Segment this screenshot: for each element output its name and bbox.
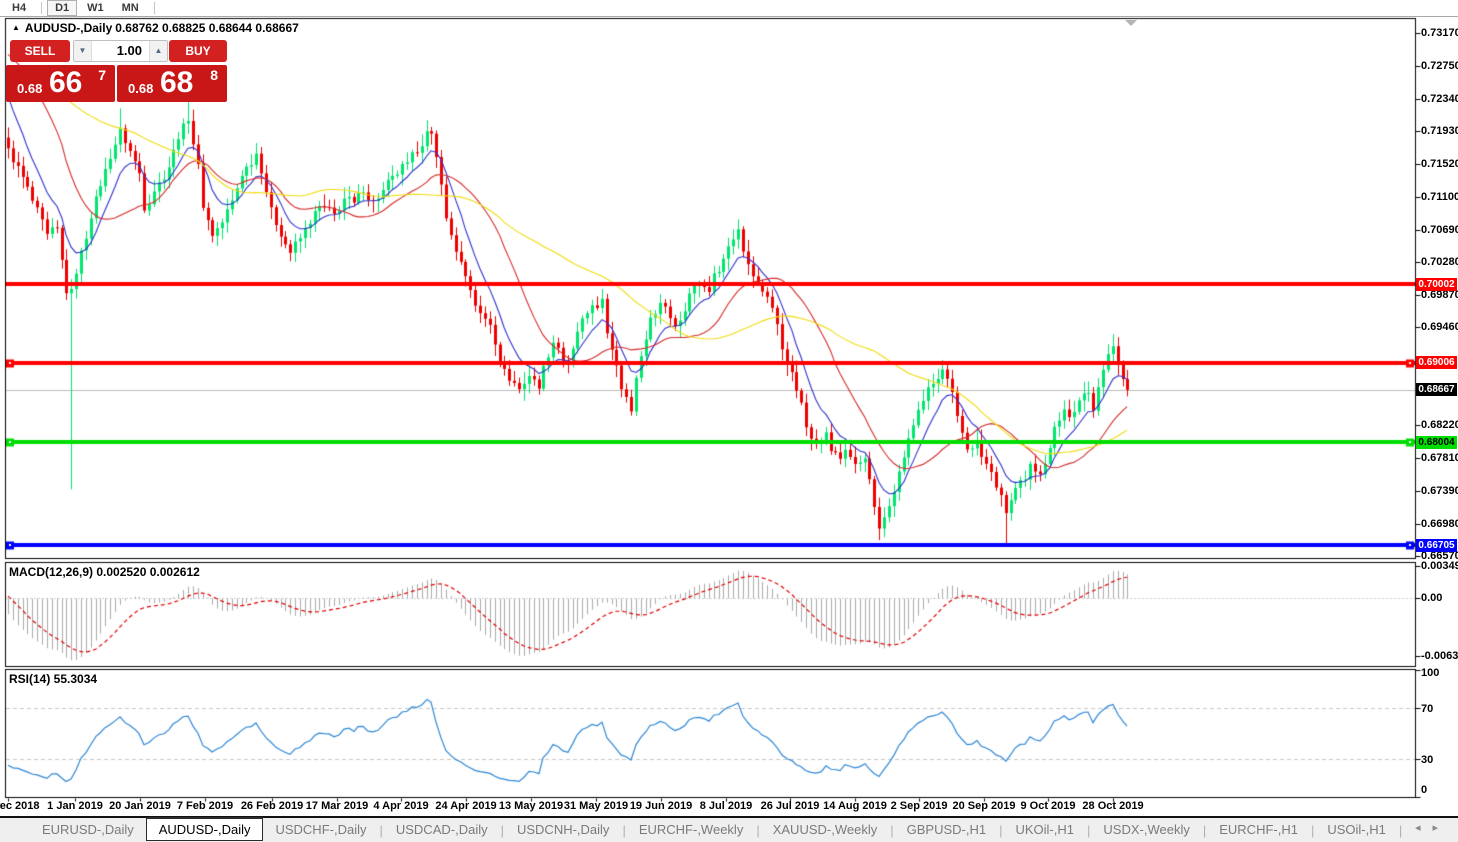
price-chart-canvas[interactable] (0, 0, 1458, 842)
price-level-label: 0.66705 (1416, 539, 1457, 552)
timeframe-button-d1[interactable]: D1 (47, 0, 77, 16)
date-axis-tick: 20 Jan 2019 (109, 800, 171, 812)
price-axis-tick: 0.73170 (1421, 27, 1458, 39)
date-axis-tick: 2 Sep 2019 (891, 800, 948, 812)
date-axis-tick: 9 Oct 2019 (1020, 800, 1075, 812)
date-axis-tick: 8 Jul 2019 (700, 800, 753, 812)
rsi-indicator-label: RSI(14) 55.3034 (9, 672, 97, 686)
toolbar-separator (154, 2, 155, 14)
date-axis-tick: 28 Oct 2019 (1082, 800, 1143, 812)
chart-tab-eurchf-h1[interactable]: EURCHF-,H1 (1207, 819, 1310, 841)
volume-input[interactable]: 1.00 (92, 41, 149, 61)
chart-title: ▲ AUDUSD-,Daily0.68762 0.68825 0.68644 0.… (12, 21, 302, 35)
price-axis-tick: 0.66980 (1421, 518, 1458, 530)
price-axis-tick: 0.67390 (1421, 485, 1458, 497)
chart-shift-marker-icon[interactable] (1125, 20, 1137, 26)
chart-tab-usdcnh-daily[interactable]: USDCNH-,Daily (505, 819, 621, 841)
price-axis-tick: 0.69460 (1421, 321, 1458, 333)
chart-tab-gbpusd-h1[interactable]: GBPUSD-,H1 (895, 819, 998, 841)
rsi-axis-tick: 0 (1421, 784, 1427, 796)
price-level-label: 0.69006 (1416, 356, 1457, 369)
price-axis-tick: 0.71930 (1421, 125, 1458, 137)
date-axis-tick: 24 Apr 2019 (435, 800, 496, 812)
date-axis-tick: 20 Sep 2019 (953, 800, 1016, 812)
volume-stepper: ▼ 1.00 ▲ (73, 40, 168, 62)
chart-tab-usoil-h1[interactable]: USOil-,H1 (1315, 819, 1398, 841)
chart-symbol: AUDUSD-,Daily (25, 21, 112, 35)
macd-indicator-label: MACD(12,26,9) 0.002520 0.002612 (9, 565, 200, 579)
sell-button[interactable]: SELL (10, 40, 70, 62)
buy-price-pip: 8 (210, 67, 218, 83)
macd-axis-tick: 0.00349 (1421, 560, 1458, 572)
buy-price-big: 68 (160, 66, 193, 100)
macd-axis-tick: 0.00 (1421, 592, 1442, 604)
date-axis-tick: 13 May 2019 (499, 800, 563, 812)
mt4-chart-window: H4D1W1MN ▲AUDUSD-,Daily0.68762 0.68825 0… (0, 0, 1458, 842)
price-axis-tick: 0.67810 (1421, 452, 1458, 464)
rsi-axis-tick: 100 (1421, 667, 1439, 679)
buy-price-prefix: 0.68 (128, 81, 153, 96)
price-axis-tick: 0.72340 (1421, 93, 1458, 105)
date-axis-tick: 14 Aug 2019 (823, 800, 887, 812)
timeframe-button-w1[interactable]: W1 (79, 0, 112, 16)
sell-price-pip: 7 (98, 67, 106, 83)
macd-axis-tick: -0.00637 (1421, 650, 1458, 662)
price-level-label: 0.68004 (1416, 436, 1457, 449)
tab-scroll-left-icon[interactable]: ◂ (1415, 822, 1433, 834)
price-axis-tick: 0.68220 (1421, 419, 1458, 431)
timeframe-toolbar: H4 D1W1MN (0, 0, 1458, 17)
chart-tab-usdx-weekly[interactable]: USDX-,Weekly (1091, 819, 1201, 841)
date-axis-tick: 26 Jul 2019 (761, 800, 820, 812)
date-axis-tick: 7 Feb 2019 (177, 800, 233, 812)
tab-scroll-arrows[interactable]: ◂▸ (1415, 821, 1450, 834)
sell-price-big: 66 (49, 66, 82, 100)
chart-ohlc-values: 0.68762 0.68825 0.68644 0.68667 (115, 21, 299, 35)
chart-tab-usdchf-daily[interactable]: USDCHF-,Daily (263, 819, 378, 841)
price-axis-tick: 0.71100 (1421, 191, 1458, 203)
price-axis-tick: 0.72750 (1421, 60, 1458, 72)
chart-tab-eurusd-daily[interactable]: EURUSD-,Daily (30, 819, 146, 841)
chart-tab-usdcad-daily[interactable]: USDCAD-,Daily (384, 819, 500, 841)
chart-tab-audusd-daily[interactable]: AUDUSD-,Daily (146, 817, 264, 841)
ohlc-marker-icon: ▲ (12, 23, 20, 32)
price-axis-tick: 0.70690 (1421, 224, 1458, 236)
one-click-trading-widget: SELL ▼ 1.00 ▲ BUY 0.68 66 7 0.68 68 8 (6, 40, 227, 102)
timeframe-button-mn[interactable]: MN (114, 0, 147, 16)
tab-separator: | (1398, 823, 1403, 838)
price-axis-tick: 0.71520 (1421, 158, 1458, 170)
chart-tab-bar: EURUSD-,DailyAUDUSD-,DailyUSDCHF-,Daily |… (0, 816, 1458, 842)
timeframe-button-h4[interactable]: H4 (4, 0, 34, 16)
rsi-axis-tick: 30 (1421, 754, 1433, 766)
date-axis-tick: 31 May 2019 (564, 800, 628, 812)
chart-tab-eurchf-weekly[interactable]: EURCHF-,Weekly (627, 819, 756, 841)
volume-decrease-icon[interactable]: ▼ (74, 41, 92, 61)
buy-button[interactable]: BUY (169, 40, 227, 62)
price-level-label: 0.70002 (1416, 278, 1457, 291)
date-axis-tick: 19 Jun 2019 (630, 800, 692, 812)
sell-price-prefix: 0.68 (17, 81, 42, 96)
chart-tab-ukoil-h1[interactable]: UKOil-,H1 (1003, 819, 1086, 841)
date-axis-tick: 1 Jan 2019 (47, 800, 103, 812)
toolbar-separator (41, 2, 42, 14)
chart-tab-xauusd-weekly[interactable]: XAUUSD-,Weekly (761, 819, 890, 841)
price-level-label: 0.68667 (1416, 383, 1457, 396)
date-axis-tick: 4 Apr 2019 (373, 800, 428, 812)
tab-scroll-right-icon[interactable]: ▸ (1432, 822, 1450, 834)
price-axis-tick: 0.70280 (1421, 256, 1458, 268)
sell-price-panel[interactable]: 0.68 66 7 (6, 65, 115, 102)
buy-price-panel[interactable]: 0.68 68 8 (117, 65, 227, 102)
rsi-axis-tick: 70 (1421, 703, 1433, 715)
date-axis-tick: 17 Mar 2019 (306, 800, 368, 812)
volume-increase-icon[interactable]: ▲ (149, 41, 167, 61)
date-axis-tick: 13 Dec 2018 (0, 800, 40, 812)
date-axis-tick: 26 Feb 2019 (241, 800, 303, 812)
